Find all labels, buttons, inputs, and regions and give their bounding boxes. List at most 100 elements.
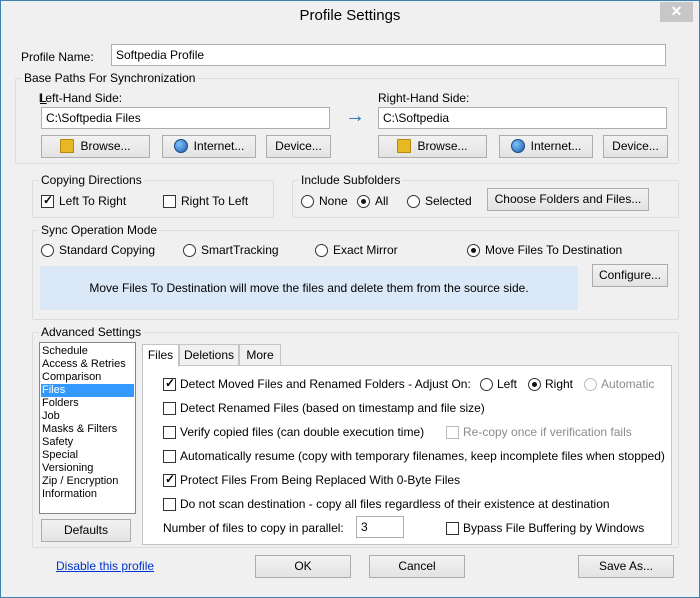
globe-icon: [510, 139, 525, 153]
sync-mode-group: Sync Operation Mode Standard Copying Sma…: [32, 223, 679, 320]
profile-name-input[interactable]: Softpedia Profile: [111, 44, 666, 66]
bypass-buffering-label: Bypass File Buffering by Windows: [463, 521, 645, 535]
auto-resume-label: Automatically resume (copy with temporar…: [180, 449, 665, 463]
copying-directions-group: Copying Directions Left To Right Right T…: [32, 173, 274, 218]
left-device-button[interactable]: Device...: [266, 135, 331, 158]
configure-button[interactable]: Configure...: [592, 264, 668, 287]
folder-icon: [60, 139, 75, 153]
left-side-label: LLeft-Hand Side:: [38, 91, 123, 105]
adjust-right-label: Right: [545, 377, 574, 391]
left-browse-button[interactable]: Browse...: [41, 135, 150, 158]
parallel-files-input[interactable]: 3: [356, 516, 404, 538]
folder-icon: [397, 139, 412, 153]
no-scan-label: Do not scan destination - copy all files…: [180, 497, 610, 511]
include-subfolders-legend: Include Subfolders: [299, 173, 403, 187]
left-to-right-label: Left To Right: [59, 194, 127, 208]
exact-mirror-label: Exact Mirror: [333, 243, 398, 257]
tab-more[interactable]: More: [239, 344, 281, 365]
base-paths-legend: Base Paths For Synchronization: [22, 71, 198, 85]
protect-zero-byte-checkbox[interactable]: [163, 472, 176, 487]
tab-files[interactable]: Files: [142, 344, 179, 367]
detect-renamed-label: Detect Renamed Files (based on timestamp…: [180, 401, 485, 415]
verify-copied-label: Verify copied files (can double executio…: [180, 425, 425, 439]
choose-folders-button[interactable]: Choose Folders and Files...: [487, 188, 649, 211]
base-paths-group: Base Paths For Synchronization LLeft-Han…: [15, 71, 679, 164]
category-folders[interactable]: Folders: [41, 397, 134, 410]
globe-icon: [173, 139, 188, 153]
advanced-settings-legend: Advanced Settings: [39, 325, 144, 339]
category-safety[interactable]: Safety: [41, 436, 134, 449]
left-path-input[interactable]: C:\Softpedia Files: [41, 107, 330, 129]
copying-directions-legend: Copying Directions: [39, 173, 144, 187]
right-device-button[interactable]: Device...: [603, 135, 668, 158]
category-zip-encryption[interactable]: Zip / Encryption: [41, 475, 134, 488]
sync-mode-description: Move Files To Destination will move the …: [89, 281, 529, 295]
detect-renamed-checkbox[interactable]: [163, 402, 176, 415]
tab-deletions[interactable]: Deletions: [179, 344, 239, 365]
no-scan-checkbox[interactable]: [163, 498, 176, 511]
move-files-radio[interactable]: [467, 244, 480, 257]
category-masks-filters[interactable]: Masks & Filters: [41, 423, 134, 436]
smarttracking-label: SmartTracking: [201, 243, 279, 257]
category-files[interactable]: Files: [41, 384, 134, 397]
category-versioning[interactable]: Versioning: [41, 462, 134, 475]
adjust-automatic-radio[interactable]: [584, 378, 597, 391]
right-side-label: Right-Hand Side:: [378, 91, 470, 105]
recopy-checkbox[interactable]: [446, 426, 459, 439]
subfolders-all-radio[interactable]: [357, 195, 370, 208]
window-title: Profile Settings: [299, 7, 401, 24]
standard-copying-radio[interactable]: [41, 244, 54, 257]
right-internet-button[interactable]: Internet...: [499, 135, 593, 158]
left-internet-button[interactable]: Internet...: [162, 135, 256, 158]
profile-settings-window: Profile Settings ✕ Profile Name: Softped…: [0, 0, 700, 598]
include-subfolders-group: Include Subfolders None All Selected Cho…: [292, 173, 679, 218]
sync-mode-legend: Sync Operation Mode: [39, 223, 160, 237]
category-access-retries[interactable]: Access & Retries: [41, 358, 134, 371]
defaults-button[interactable]: Defaults: [41, 519, 131, 542]
subfolders-all-label: All: [375, 194, 389, 208]
left-to-right-checkbox[interactable]: [41, 193, 54, 208]
cancel-button[interactable]: Cancel: [369, 555, 465, 578]
settings-category-list[interactable]: Schedule Access & Retries Comparison Fil…: [39, 342, 136, 514]
verify-copied-checkbox[interactable]: [163, 426, 176, 439]
subfolders-none-radio[interactable]: [301, 195, 314, 208]
category-information[interactable]: Information: [41, 488, 134, 501]
advanced-settings-group: Advanced Settings Schedule Access & Retr…: [32, 325, 679, 548]
disable-profile-link[interactable]: Disable this profile: [56, 559, 154, 573]
move-files-label: Move Files To Destination: [485, 243, 623, 257]
parallel-files-label: Number of files to copy in parallel:: [163, 521, 344, 535]
exact-mirror-radio[interactable]: [315, 244, 328, 257]
standard-copying-label: Standard Copying: [59, 243, 156, 257]
title-bar: Profile Settings ✕: [1, 1, 699, 31]
subfolders-none-label: None: [319, 194, 348, 208]
adjust-left-radio[interactable]: [480, 378, 493, 391]
profile-name-label: Profile Name:: [21, 50, 94, 64]
dialog-body: Profile Name: Softpedia Profile Base Pat…: [9, 32, 691, 592]
smarttracking-radio[interactable]: [183, 244, 196, 257]
adjust-right-radio[interactable]: [528, 378, 541, 391]
right-internet-label: Internet...: [530, 139, 582, 153]
right-to-left-checkbox[interactable]: [163, 195, 176, 208]
ok-button[interactable]: OK: [255, 555, 351, 578]
category-job[interactable]: Job: [41, 410, 134, 423]
right-browse-button[interactable]: Browse...: [378, 135, 487, 158]
bypass-buffering-checkbox[interactable]: [446, 522, 459, 535]
category-schedule[interactable]: Schedule: [41, 345, 134, 358]
adjust-automatic-label: Automatic: [601, 377, 655, 391]
left-internet-label: Internet...: [193, 139, 245, 153]
protect-zero-byte-label: Protect Files From Being Replaced With 0…: [180, 473, 461, 487]
right-to-left-label: Right To Left: [181, 194, 249, 208]
category-special[interactable]: Special: [41, 449, 134, 462]
detect-moved-label: Detect Moved Files and Renamed Folders -…: [180, 377, 471, 391]
adjust-left-label: Left: [497, 377, 518, 391]
save-as-button[interactable]: Save As...: [578, 555, 674, 578]
auto-resume-checkbox[interactable]: [163, 450, 176, 463]
left-side-label-text: Left-Hand Side:: [38, 91, 123, 105]
subfolders-selected-radio[interactable]: [407, 195, 420, 208]
left-browse-label: Browse...: [80, 139, 131, 153]
category-comparison[interactable]: Comparison: [41, 371, 134, 384]
sync-direction-arrow-icon: →: [345, 105, 365, 127]
right-path-input[interactable]: C:\Softpedia: [378, 107, 667, 129]
detect-moved-checkbox[interactable]: [163, 376, 176, 391]
close-button[interactable]: ✕: [660, 2, 693, 22]
